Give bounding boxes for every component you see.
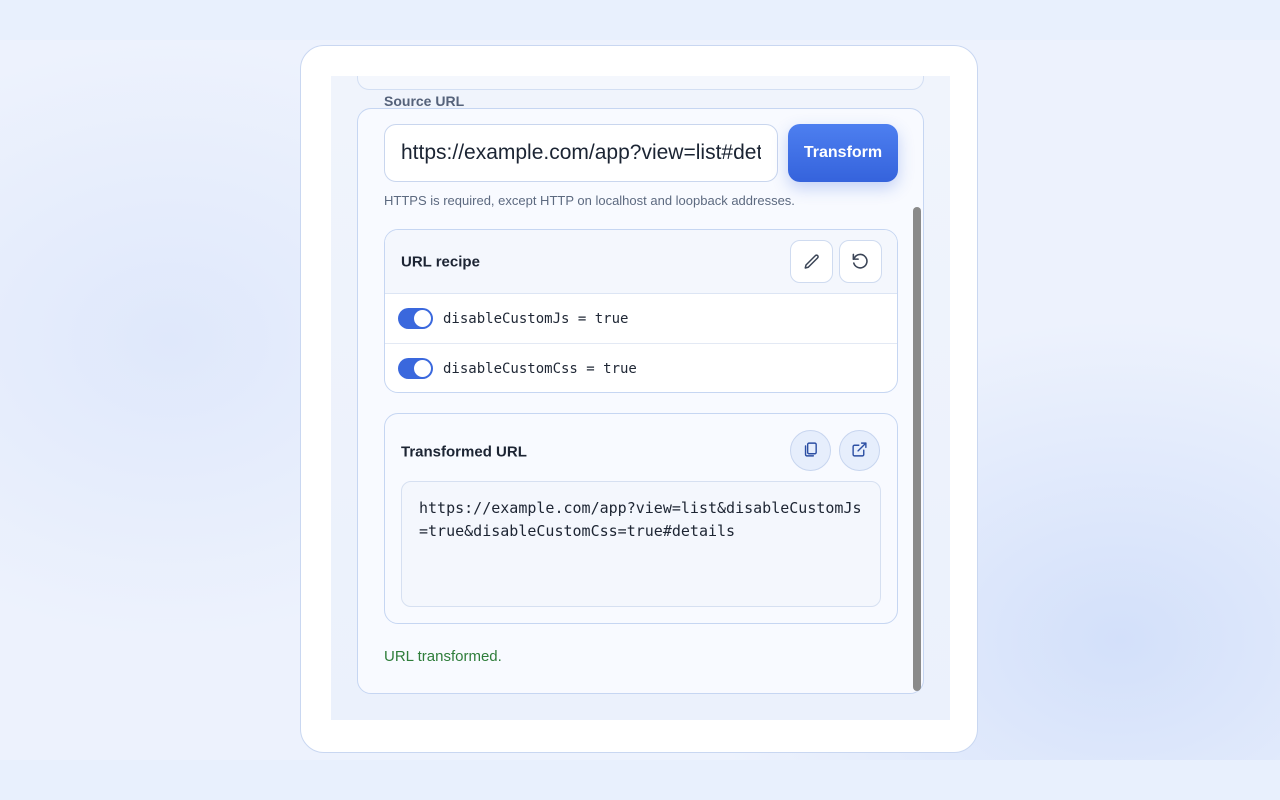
reset-recipe-button[interactable] bbox=[839, 240, 882, 283]
url-hint: HTTPS is required, except HTTP on localh… bbox=[384, 193, 795, 208]
recipe-row-disable-custom-css: disableCustomCss = true bbox=[385, 343, 897, 392]
copy-icon bbox=[802, 441, 819, 461]
disable-custom-css-toggle[interactable] bbox=[398, 358, 433, 379]
rotate-ccw-icon bbox=[851, 252, 870, 271]
transformed-url-title: Transformed URL bbox=[401, 443, 527, 461]
status-message: URL transformed. bbox=[384, 648, 502, 665]
transformed-url-card: Transformed URL https://example.com/app?… bbox=[384, 413, 898, 624]
copy-url-button[interactable] bbox=[790, 430, 831, 471]
external-link-icon bbox=[851, 441, 868, 461]
recipe-title: URL recipe bbox=[401, 253, 480, 270]
pencil-icon bbox=[803, 253, 821, 271]
toggle-knob bbox=[414, 360, 431, 377]
transformed-url-output[interactable]: https://example.com/app?view=list&disabl… bbox=[401, 481, 881, 607]
open-url-button[interactable] bbox=[839, 430, 880, 471]
scrollbar[interactable] bbox=[913, 207, 921, 691]
previous-section bbox=[357, 76, 924, 90]
app-viewport: Source URL Transform HTTPS is required, … bbox=[331, 76, 950, 720]
toggle-knob bbox=[414, 310, 431, 327]
transform-panel: Source URL Transform HTTPS is required, … bbox=[357, 93, 924, 694]
url-recipe-card: URL recipe disableCustomJs = true disabl… bbox=[384, 229, 898, 393]
url-input[interactable] bbox=[384, 124, 778, 182]
recipe-row-label: disableCustomCss = true bbox=[443, 360, 637, 377]
edit-recipe-button[interactable] bbox=[790, 240, 833, 283]
recipe-row-disable-custom-js: disableCustomJs = true bbox=[385, 294, 897, 343]
recipe-row-label: disableCustomJs = true bbox=[443, 310, 629, 327]
recipe-header: URL recipe bbox=[385, 230, 897, 294]
transform-button[interactable]: Transform bbox=[788, 124, 898, 182]
source-url-label: Source URL bbox=[384, 93, 465, 109]
disable-custom-js-toggle[interactable] bbox=[398, 308, 433, 329]
